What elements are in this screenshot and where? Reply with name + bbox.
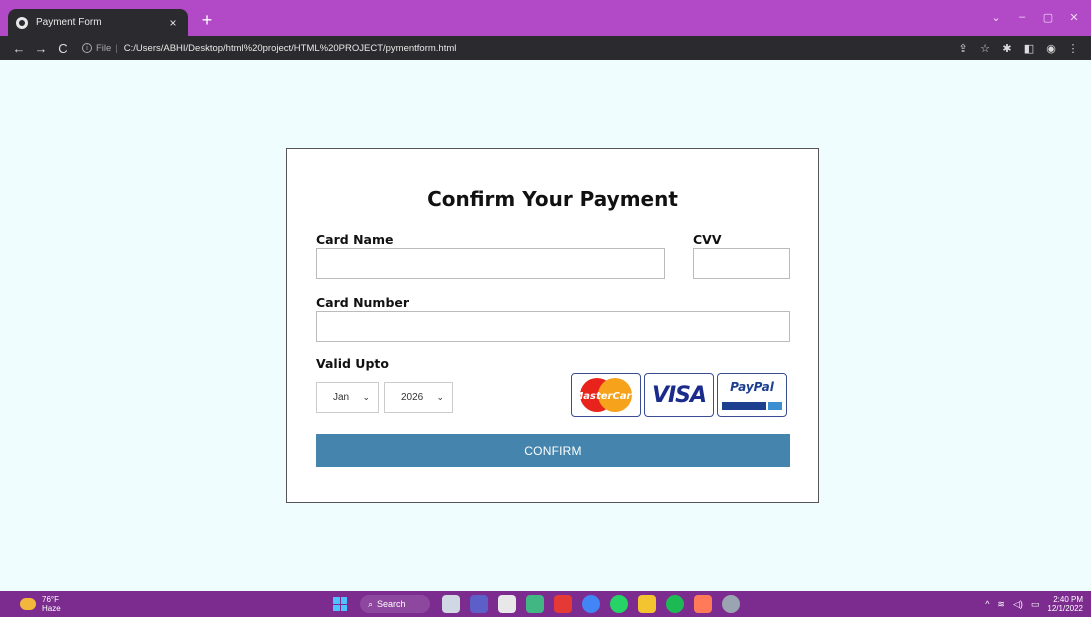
mastercard-text: MasterCard (573, 391, 639, 402)
new-tab-button[interactable]: + (196, 10, 218, 32)
visa-logo: VISA (644, 373, 714, 417)
cvv-input[interactable] (693, 248, 790, 279)
month-select[interactable]: Jan ⌄ (316, 382, 379, 413)
weather-widget[interactable]: 76°F Haze (20, 595, 61, 613)
clock-date: 12/1/2022 (1047, 604, 1083, 613)
close-window-icon[interactable]: ✕ (1061, 6, 1087, 28)
window-controls: ⌄ – ▢ ✕ (983, 6, 1087, 28)
taskbar-search[interactable]: ⌕ Search (360, 595, 430, 613)
url-scheme: File (96, 42, 112, 54)
page-title: Confirm Your Payment (427, 187, 678, 211)
weather-haze-icon (20, 598, 36, 610)
tab-payment-form[interactable]: Payment Form × (8, 9, 188, 36)
side-panel-icon[interactable]: ◧ (1021, 40, 1037, 56)
vue-icon[interactable] (526, 595, 544, 613)
settings-icon[interactable] (722, 595, 740, 613)
paypal-stripe (722, 402, 782, 410)
git-icon[interactable] (554, 595, 572, 613)
paypal-text: PayPal (730, 380, 774, 394)
url-separator: | (115, 42, 118, 54)
volume-icon[interactable]: ◁) (1013, 599, 1023, 610)
spotify-icon[interactable] (666, 595, 684, 613)
start-icon[interactable] (333, 597, 347, 611)
mastercard-logo: MasterCard (571, 373, 641, 417)
browser-toolbar: ← → C i File | C:/Users/ABHI/Desktop/htm… (0, 36, 1091, 60)
task-view-icon[interactable] (442, 595, 460, 613)
month-value: Jan (333, 392, 350, 403)
chevron-down-icon: ⌄ (436, 392, 444, 402)
payment-form-card: Confirm Your Payment Card Name CVV Card … (286, 148, 819, 503)
extensions-icon[interactable]: ✱ (999, 40, 1015, 56)
chrome-icon[interactable] (582, 595, 600, 613)
minimize-icon[interactable]: – (1009, 6, 1035, 28)
chevron-down-icon: ⌄ (362, 392, 370, 402)
file-explorer-icon[interactable] (638, 595, 656, 613)
toolbar-actions: ⇪ ☆ ✱ ◧ ◉ ⋮ (955, 40, 1081, 56)
bookmark-star-icon[interactable]: ☆ (977, 40, 993, 56)
tab-title: Payment Form (36, 17, 102, 28)
battery-icon[interactable]: ▭ (1031, 599, 1040, 610)
menu-icon[interactable]: ⋮ (1065, 40, 1081, 56)
reload-icon[interactable]: C (52, 37, 74, 59)
year-select[interactable]: 2026 ⌄ (384, 382, 453, 413)
weather-text: 76°F Haze (42, 595, 61, 613)
wifi-icon[interactable]: ≋ (997, 599, 1005, 610)
globe-icon (16, 16, 28, 29)
confirm-button[interactable]: CONFIRM (316, 434, 790, 467)
cvv-label: CVV (693, 232, 722, 247)
forward-icon[interactable]: → (30, 37, 52, 59)
restore-icon[interactable]: ▢ (1035, 6, 1061, 28)
weather-temp: 76°F (42, 595, 59, 604)
search-icon: ⌕ (368, 598, 374, 609)
clock-time: 2:40 PM (1053, 595, 1083, 604)
card-name-label: Card Name (316, 232, 394, 247)
card-number-label: Card Number (316, 295, 410, 310)
accepted-cards: MasterCard VISA PayPal (571, 373, 787, 417)
card-name-input[interactable] (316, 248, 665, 279)
weather-desc: Haze (42, 604, 61, 613)
profile-avatar[interactable]: ◉ (1043, 40, 1059, 56)
whatsapp-icon[interactable] (610, 595, 628, 613)
photos-icon[interactable] (498, 595, 516, 613)
share-icon[interactable]: ⇪ (955, 40, 971, 56)
paypal-logo: PayPal (717, 373, 787, 417)
url-text[interactable]: C:/Users/ABHI/Desktop/html%20project/HTM… (124, 43, 457, 54)
chat-icon[interactable] (470, 595, 488, 613)
system-tray: ^ ≋ ◁) ▭ 2:40 PM 12/1/2022 (985, 595, 1083, 613)
card-number-input[interactable] (316, 311, 790, 342)
back-icon[interactable]: ← (8, 37, 30, 59)
tab-close-icon[interactable]: × (166, 16, 180, 30)
visa-text: VISA (651, 382, 707, 408)
chevron-up-icon[interactable]: ^ (985, 599, 989, 609)
app-icon[interactable] (694, 595, 712, 613)
info-icon[interactable]: i (82, 43, 92, 53)
clock[interactable]: 2:40 PM 12/1/2022 (1047, 595, 1083, 613)
os-taskbar: 76°F Haze ⌕ Search ^ ≋ ◁) ▭ 2:40 PM 12/1… (0, 591, 1091, 617)
browser-tab-bar: Payment Form × + ⌄ – ▢ ✕ (0, 0, 1091, 36)
address-bar[interactable]: i File | C:/Users/ABHI/Desktop/html%20pr… (82, 38, 955, 58)
tab-search-icon[interactable]: ⌄ (983, 6, 1009, 28)
year-value: 2026 (401, 392, 424, 403)
search-label: Search (377, 599, 406, 609)
valid-upto-label: Valid Upto (316, 356, 389, 371)
pinned-apps (442, 595, 740, 613)
